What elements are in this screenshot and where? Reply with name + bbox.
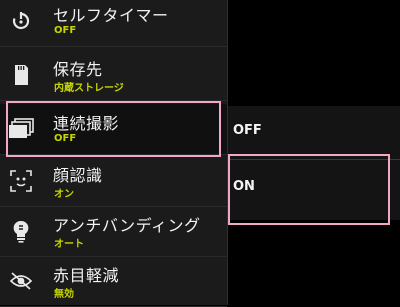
menu-item-label: 連続撮影 — [53, 114, 120, 133]
option-label: OFF — [233, 123, 262, 138]
menu-item-face-detection[interactable]: 顔認識 オン — [0, 156, 227, 207]
menu-item-label: 赤目軽減 — [53, 266, 120, 285]
option-off[interactable]: OFF — [228, 106, 400, 160]
menu-item-value: OFF — [54, 25, 77, 36]
menu-item-value: オート — [54, 239, 84, 250]
red-eye-icon — [6, 266, 36, 296]
menu-item-label: 顔認識 — [53, 166, 103, 185]
self-timer-icon — [6, 6, 36, 36]
continuous-shooting-icon — [6, 114, 36, 144]
menu-item-continuous-shooting[interactable]: 連続撮影 OFF — [0, 104, 227, 155]
menu-item-anti-banding[interactable]: アンチバンディング オート — [0, 206, 227, 257]
menu-item-storage[interactable]: 保存先 内蔵ストレージ — [0, 50, 227, 101]
menu-item-label: アンチバンディング — [53, 216, 201, 235]
menu-item-value: OFF — [54, 133, 77, 144]
menu-item-red-eye[interactable]: 赤目軽減 無効 — [0, 256, 227, 307]
continuous-shooting-options: OFF ON — [228, 106, 400, 220]
option-on[interactable]: ON — [228, 162, 400, 216]
sd-card-icon — [6, 60, 36, 90]
option-label: ON — [233, 179, 255, 194]
anti-banding-icon — [6, 216, 36, 246]
face-detection-icon — [6, 166, 36, 196]
menu-item-label: セルフタイマー — [53, 6, 169, 25]
menu-item-self-timer[interactable]: セルフタイマー OFF — [0, 0, 227, 47]
menu-item-label: 保存先 — [53, 60, 103, 79]
settings-menu: セルフタイマー OFF 保存先 内蔵ストレージ 連続撮影 OFF 顔認識 オン … — [0, 0, 228, 307]
menu-item-value: オン — [54, 189, 74, 200]
menu-item-value: 無効 — [54, 289, 74, 300]
menu-item-value: 内蔵ストレージ — [54, 83, 124, 94]
